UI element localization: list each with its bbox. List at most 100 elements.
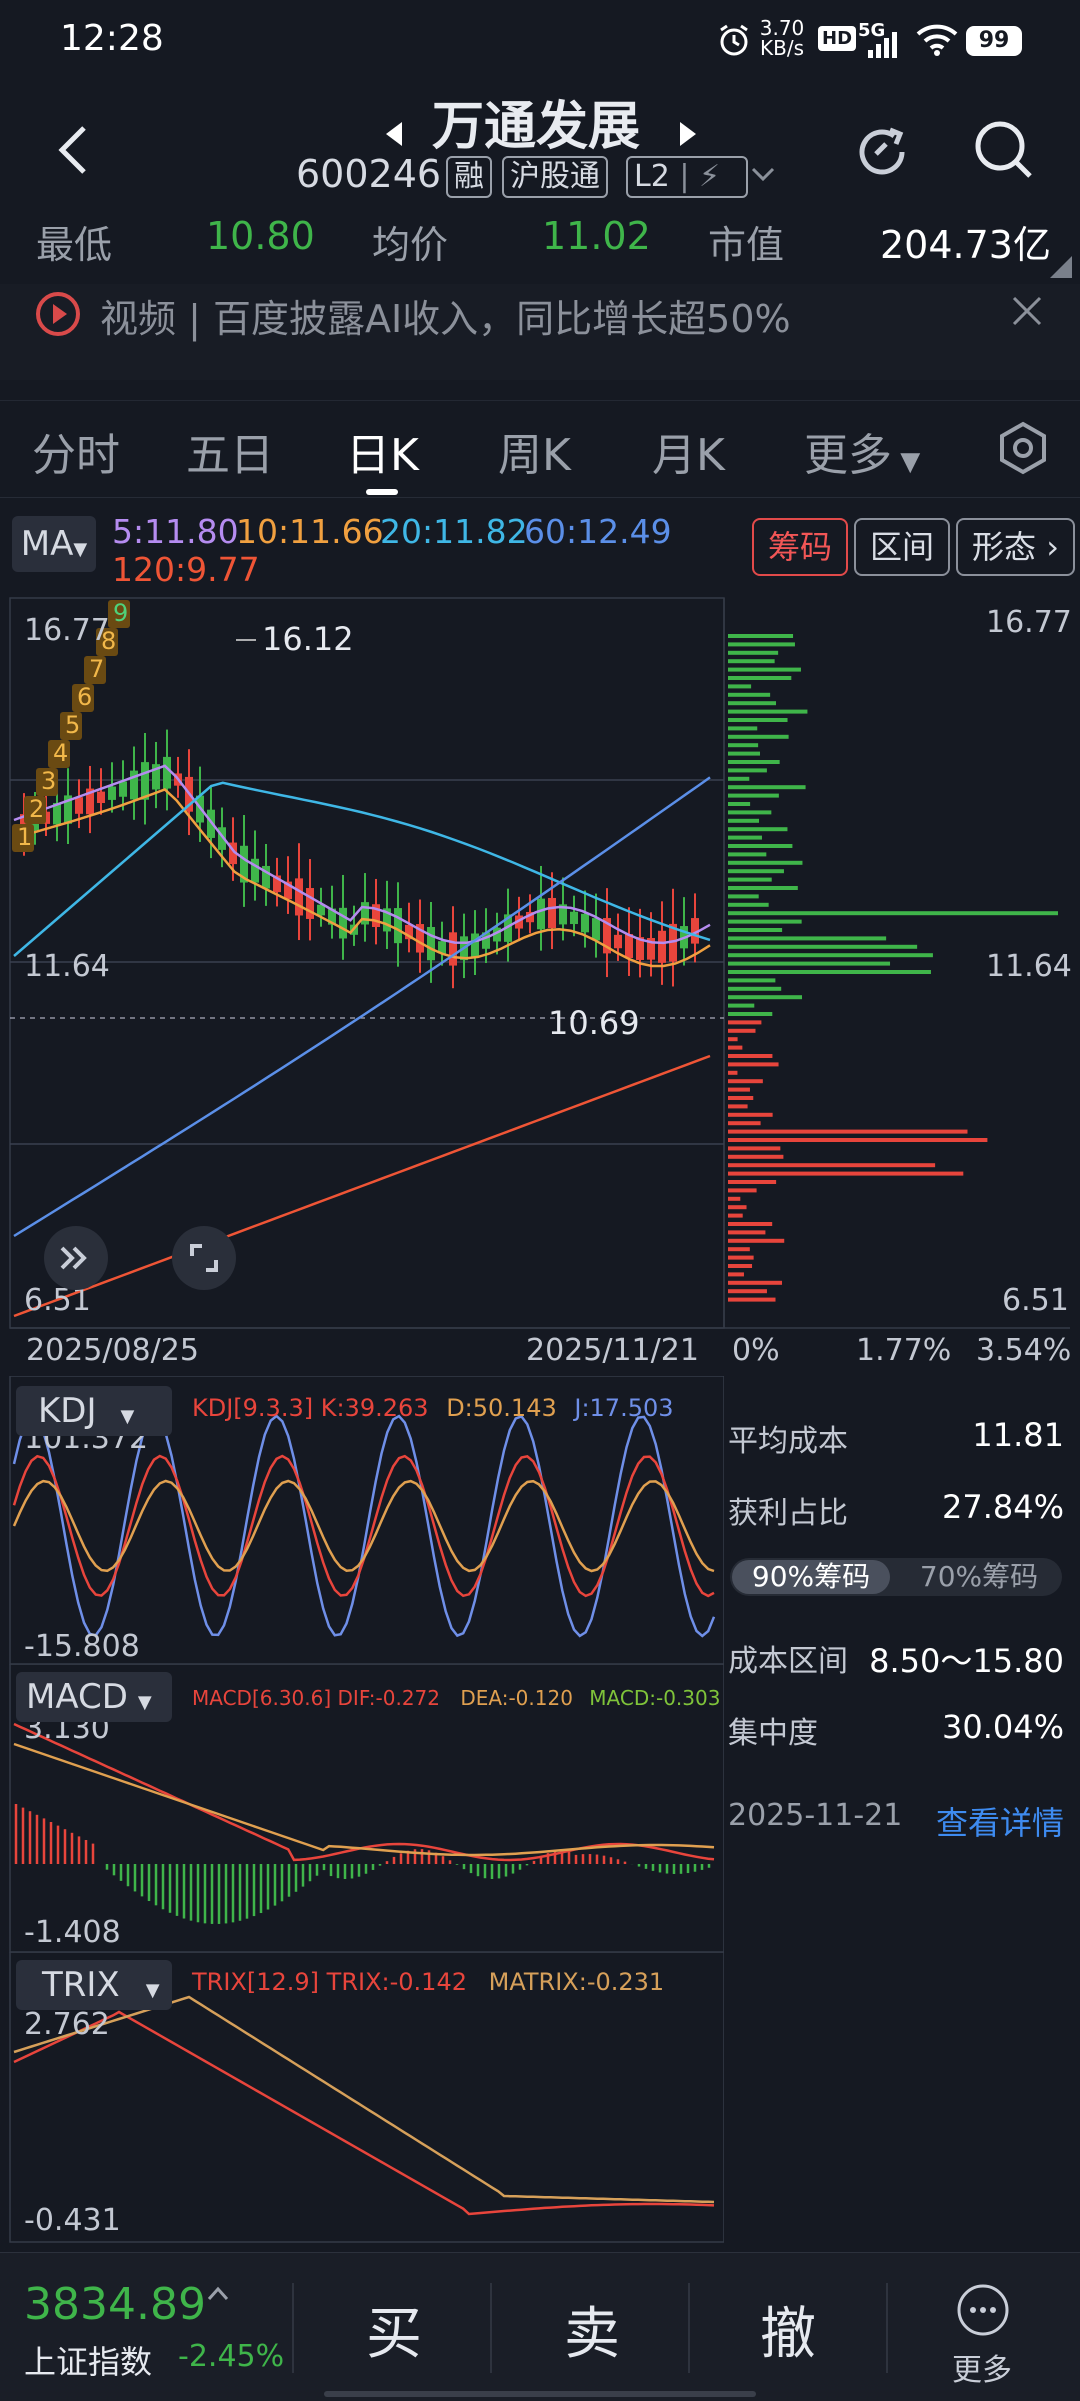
tag-l2[interactable]: L2 | ⚡: [626, 156, 748, 198]
concentration-label: 集中度: [728, 1716, 818, 1751]
range-button[interactable]: 区间: [854, 518, 951, 576]
chip-bar: [728, 970, 931, 974]
concentration-value: 30.04%: [941, 1708, 1064, 1746]
close-icon[interactable]: [1010, 294, 1044, 328]
expand-corner-icon[interactable]: [1050, 256, 1072, 278]
trix-select-label: TRIX: [42, 1965, 120, 2005]
mktcap-label: 市值: [708, 223, 785, 267]
ma-select[interactable]: MA▼: [12, 516, 96, 572]
caret-down-icon: ▼: [145, 1980, 160, 2001]
search-icon[interactable]: [972, 118, 1036, 182]
tab-daily-k[interactable]: 日K: [346, 419, 419, 483]
macd-select[interactable]: MACD ▼: [16, 1672, 172, 1722]
chip-bar: [728, 726, 758, 731]
candlestick: [152, 741, 160, 809]
active-tab-indicator: [366, 489, 398, 495]
tag-connect: 沪股通: [502, 156, 608, 198]
trix-select[interactable]: TRIX ▼: [16, 1960, 172, 2010]
chip-bar: [728, 1062, 779, 1067]
chip-bar: [728, 718, 788, 722]
fullscreen-icon[interactable]: [172, 1226, 236, 1290]
l2-flash-icon: ⚡: [699, 159, 721, 194]
buy-button[interactable]: 买: [366, 2289, 422, 2370]
chip-bar: [728, 810, 772, 815]
chip-bar: [728, 835, 762, 840]
signal-icon: [868, 32, 898, 58]
more-label[interactable]: 更多: [952, 2345, 1012, 2389]
scroll-forward-icon[interactable]: [44, 1226, 108, 1290]
chip-bar: [728, 911, 1058, 916]
signal-badge: 5: [60, 711, 82, 740]
chip-bar: [728, 776, 750, 781]
news-banner[interactable]: 视频 | 百度披露AI收入，同比增长超50%: [0, 284, 1080, 380]
chip-bar: [728, 1112, 773, 1117]
chip-bar: [728, 1079, 763, 1084]
kchart-mid-label: 11.64: [24, 949, 110, 984]
more-icon[interactable]: [956, 2283, 1010, 2337]
next-stock-icon[interactable]: [676, 118, 700, 150]
chips-axis-0: 0%: [732, 1333, 780, 1368]
tab-monthly-k[interactable]: 月K: [652, 419, 725, 483]
trix-min: -0.431: [24, 2203, 121, 2238]
trix-trix: TRIX:-0.142: [326, 1968, 467, 1996]
chevron-down-icon[interactable]: [750, 164, 776, 184]
macd-dea: DEA:-0.120: [460, 1686, 573, 1710]
chip-bar: [728, 1213, 743, 1218]
tab-weekly-k[interactable]: 周K: [498, 419, 571, 483]
profit-value: 27.84%: [941, 1488, 1064, 1526]
chip-bar: [728, 1020, 762, 1025]
tag-margin: 融: [446, 156, 492, 198]
pattern-button[interactable]: 形态 ›: [956, 518, 1075, 576]
candlestick: [130, 746, 138, 820]
settings-icon[interactable]: [998, 421, 1048, 475]
tab-intraday[interactable]: 分时: [32, 419, 120, 483]
prev-stock-icon[interactable]: [382, 118, 406, 150]
candlestick: [108, 762, 116, 813]
index-change: -2.45%: [178, 2339, 285, 2374]
kchart-max-label: 16.77: [24, 613, 110, 648]
chip-bar: [728, 1297, 776, 1302]
chips-mid-label: 11.64: [986, 949, 1072, 984]
chips-button[interactable]: 筹码: [752, 518, 849, 576]
kline-chart[interactable]: 123456789 16.77 11.64 6.51 16.12 10.69 1…: [0, 596, 1080, 1376]
kchart-high-annotation: 16.12: [262, 620, 354, 658]
signal-badge: 7: [84, 655, 106, 684]
chip-bar: [728, 1154, 784, 1159]
trix-matrix: MATRIX:-0.231: [488, 1968, 665, 1996]
chevron-up-icon[interactable]: [206, 2283, 230, 2307]
chip-bar: [728, 961, 891, 966]
status-time: 12:28: [60, 18, 164, 59]
net-speed: 3.70: [759, 16, 805, 40]
alarm-icon: [716, 22, 752, 58]
seg-70[interactable]: 70%筹码: [900, 1560, 1058, 1594]
tab-five-day[interactable]: 五日: [186, 419, 274, 483]
tab-more[interactable]: 更多 ▼: [804, 419, 920, 483]
chip-bar: [728, 1121, 761, 1126]
chip-bar: [728, 1012, 773, 1016]
avg-cost-label: 平均成本: [728, 1424, 848, 1459]
signal-badge: 2: [24, 795, 46, 824]
chip-bar: [728, 1070, 738, 1075]
candlestick: [317, 887, 325, 927]
chips-top-label: 16.77: [986, 605, 1072, 640]
cancel-order-button[interactable]: 撤: [760, 2289, 816, 2370]
chip-bar: [728, 1255, 754, 1260]
chip-bar: [728, 860, 803, 865]
seg-90[interactable]: 90%筹码: [732, 1560, 890, 1594]
chip-bar: [728, 894, 759, 899]
ma120-value: 120:9.77: [112, 550, 260, 589]
kdj-select[interactable]: KDJ ▼: [16, 1386, 172, 1436]
index-value[interactable]: 3834.89: [24, 2279, 206, 2330]
trix-legend: TRIX[12.9] TRIX:-0.142 MATRIX:-0.231: [192, 1968, 664, 1996]
sell-button[interactable]: 卖: [564, 2289, 620, 2370]
chip-bar: [728, 1171, 964, 1176]
news-text: 视频 | 百度披露AI收入，同比增长超50%: [100, 297, 791, 341]
chips-axis-2: 3.54%: [976, 1333, 1071, 1368]
candlestick: [394, 882, 402, 967]
back-icon[interactable]: [52, 120, 96, 180]
refresh-icon[interactable]: [850, 120, 914, 184]
low-value: 10.80: [206, 214, 315, 258]
chip-bar: [728, 1247, 750, 1252]
svg-text:9: 9: [113, 599, 128, 627]
view-detail-link[interactable]: 查看详情: [936, 1798, 1064, 1844]
